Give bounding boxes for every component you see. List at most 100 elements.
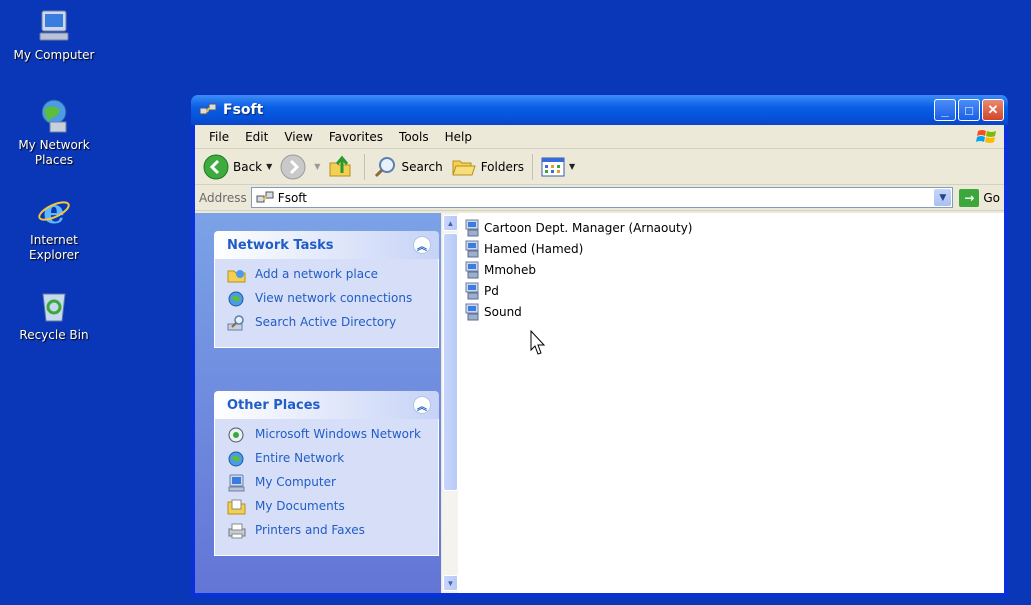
task-add-network-place[interactable]: Add a network place: [227, 267, 432, 284]
chevron-down-icon: ▼: [314, 162, 321, 171]
network-connections-icon: [228, 291, 244, 307]
address-dropdown-button[interactable]: ▼: [934, 189, 952, 206]
forward-arrow-icon: [280, 154, 306, 179]
my-computer-icon: [228, 474, 245, 492]
computer-icon: [39, 10, 69, 41]
chevron-up-icon: ▲: [446, 218, 455, 228]
scroll-down-button[interactable]: ▼: [443, 575, 458, 591]
desktop-icon-label: Internet Explorer: [29, 233, 79, 262]
menu-help[interactable]: Help: [437, 130, 480, 144]
address-input[interactable]: Fsoft ▼: [250, 187, 954, 208]
place-label: My Computer: [255, 475, 336, 489]
desktop-icon-label: My Computer: [13, 48, 95, 62]
explorer-window: Fsoft _ □ ✕ File Edit View Favorites Too…: [191, 95, 1008, 597]
entire-network-icon: [228, 451, 244, 467]
up-folder-icon: [329, 155, 351, 176]
scroll-up-button[interactable]: ▲: [443, 215, 458, 231]
up-folder-button[interactable]: [324, 155, 360, 179]
network-tasks-panel: Network Tasks ︽ Add a network place View…: [214, 231, 439, 348]
task-label: Add a network place: [255, 267, 379, 281]
maximize-button[interactable]: □: [958, 99, 980, 121]
add-network-place-icon: [227, 270, 246, 283]
toolbar: Back ▼ ▼ Search Folders ▼: [195, 149, 1004, 185]
back-label: Back: [233, 159, 263, 174]
svg-text:e: e: [43, 193, 65, 229]
search-label: Search: [401, 159, 443, 174]
panel-title: Network Tasks: [227, 237, 334, 253]
network-places-icon: [41, 99, 67, 133]
go-arrow-icon: →: [959, 188, 980, 207]
back-arrow-icon: [203, 154, 229, 179]
place-label: My Documents: [255, 499, 345, 513]
minimize-button[interactable]: _: [934, 99, 956, 121]
minimize-icon: _: [941, 102, 949, 118]
place-label: Entire Network: [255, 451, 345, 465]
task-pane: Network Tasks ︽ Add a network place View…: [195, 213, 458, 593]
menu-favorites[interactable]: Favorites: [321, 130, 391, 144]
desktop-icon-label: Recycle Bin: [19, 328, 89, 342]
window-client: File Edit View Favorites Tools Help Back…: [195, 125, 1004, 593]
network-tasks-header[interactable]: Network Tasks ︽: [214, 231, 439, 259]
place-my-documents[interactable]: My Documents: [227, 499, 432, 516]
desktop-icon-my-computer[interactable]: My Computer: [6, 8, 102, 63]
close-button[interactable]: ✕: [982, 99, 1004, 121]
network-tasks-list: Add a network place View network connect…: [214, 259, 439, 348]
windows-network-icon: [228, 427, 244, 443]
place-entire-network[interactable]: Entire Network: [227, 451, 432, 468]
list-item[interactable]: Pd: [464, 280, 998, 301]
toolbar-separator: [364, 153, 366, 180]
desktop-icon-my-network-places[interactable]: My Network Places: [6, 98, 102, 168]
close-icon: ✕: [987, 102, 999, 117]
other-places-list: Microsoft Windows Network Entire Network: [214, 419, 439, 556]
back-button[interactable]: Back ▼: [199, 154, 276, 180]
computer-share-icon: [465, 219, 479, 236]
computer-share-icon: [465, 240, 479, 257]
place-label: Printers and Faxes: [255, 523, 365, 537]
collapse-chevron-icon[interactable]: ︽: [413, 396, 431, 414]
views-icon: [541, 157, 565, 176]
scrollbar-thumb[interactable]: [443, 233, 458, 491]
collapse-chevron-icon[interactable]: ︽: [413, 236, 431, 254]
menu-bar: File Edit View Favorites Tools Help: [195, 125, 1004, 149]
place-printers-and-faxes[interactable]: Printers and Faxes: [227, 523, 432, 540]
menu-view[interactable]: View: [276, 130, 320, 144]
internet-explorer-icon: e: [38, 193, 70, 229]
content-area: Network Tasks ︽ Add a network place View…: [195, 213, 1004, 593]
search-button[interactable]: Search: [369, 155, 446, 179]
windows-logo-icon: [976, 130, 996, 143]
place-my-computer[interactable]: My Computer: [227, 474, 432, 492]
chevron-down-icon: ▼: [266, 162, 273, 171]
desktop-icon-label: My Network Places: [18, 138, 90, 167]
place-microsoft-windows-network[interactable]: Microsoft Windows Network: [227, 427, 432, 444]
task-search-active-directory[interactable]: Search Active Directory: [227, 315, 432, 332]
views-button[interactable]: ▼: [537, 157, 579, 177]
computer-share-icon: [465, 282, 479, 299]
list-item[interactable]: Cartoon Dept. Manager (Arnaouty): [464, 217, 998, 238]
place-label: Microsoft Windows Network: [255, 427, 421, 441]
list-item[interactable]: Sound: [464, 301, 998, 322]
file-name: Mmoheb: [484, 262, 536, 277]
go-label: Go: [983, 190, 1000, 205]
toolbar-separator: [532, 153, 534, 180]
other-places-panel: Other Places ︽ Microsoft Windows Network: [214, 391, 439, 556]
address-value: Fsoft: [277, 190, 308, 205]
forward-button[interactable]: ▼: [276, 154, 324, 180]
file-name: Hamed (Hamed): [484, 241, 584, 256]
file-list: Cartoon Dept. Manager (Arnaouty) Hamed (…: [458, 213, 1004, 593]
folders-button[interactable]: Folders: [447, 155, 528, 179]
list-item[interactable]: Mmoheb: [464, 259, 998, 280]
menu-edit[interactable]: Edit: [237, 130, 276, 144]
go-button[interactable]: → Go: [959, 188, 1000, 207]
search-icon: [375, 156, 396, 177]
menu-tools[interactable]: Tools: [391, 130, 437, 144]
panel-title: Other Places: [227, 397, 321, 413]
task-pane-scrollbar[interactable]: ▲ ▼: [441, 213, 458, 593]
other-places-header[interactable]: Other Places ︽: [214, 391, 439, 419]
desktop-icon-internet-explorer[interactable]: e Internet Explorer: [6, 193, 102, 263]
title-bar[interactable]: Fsoft _ □ ✕: [191, 95, 1008, 125]
task-view-network-connections[interactable]: View network connections: [227, 291, 432, 308]
recycle-bin-icon: [42, 293, 66, 322]
list-item[interactable]: Hamed (Hamed): [464, 238, 998, 259]
menu-file[interactable]: File: [201, 130, 237, 144]
desktop-icon-recycle-bin[interactable]: Recycle Bin: [6, 288, 102, 343]
